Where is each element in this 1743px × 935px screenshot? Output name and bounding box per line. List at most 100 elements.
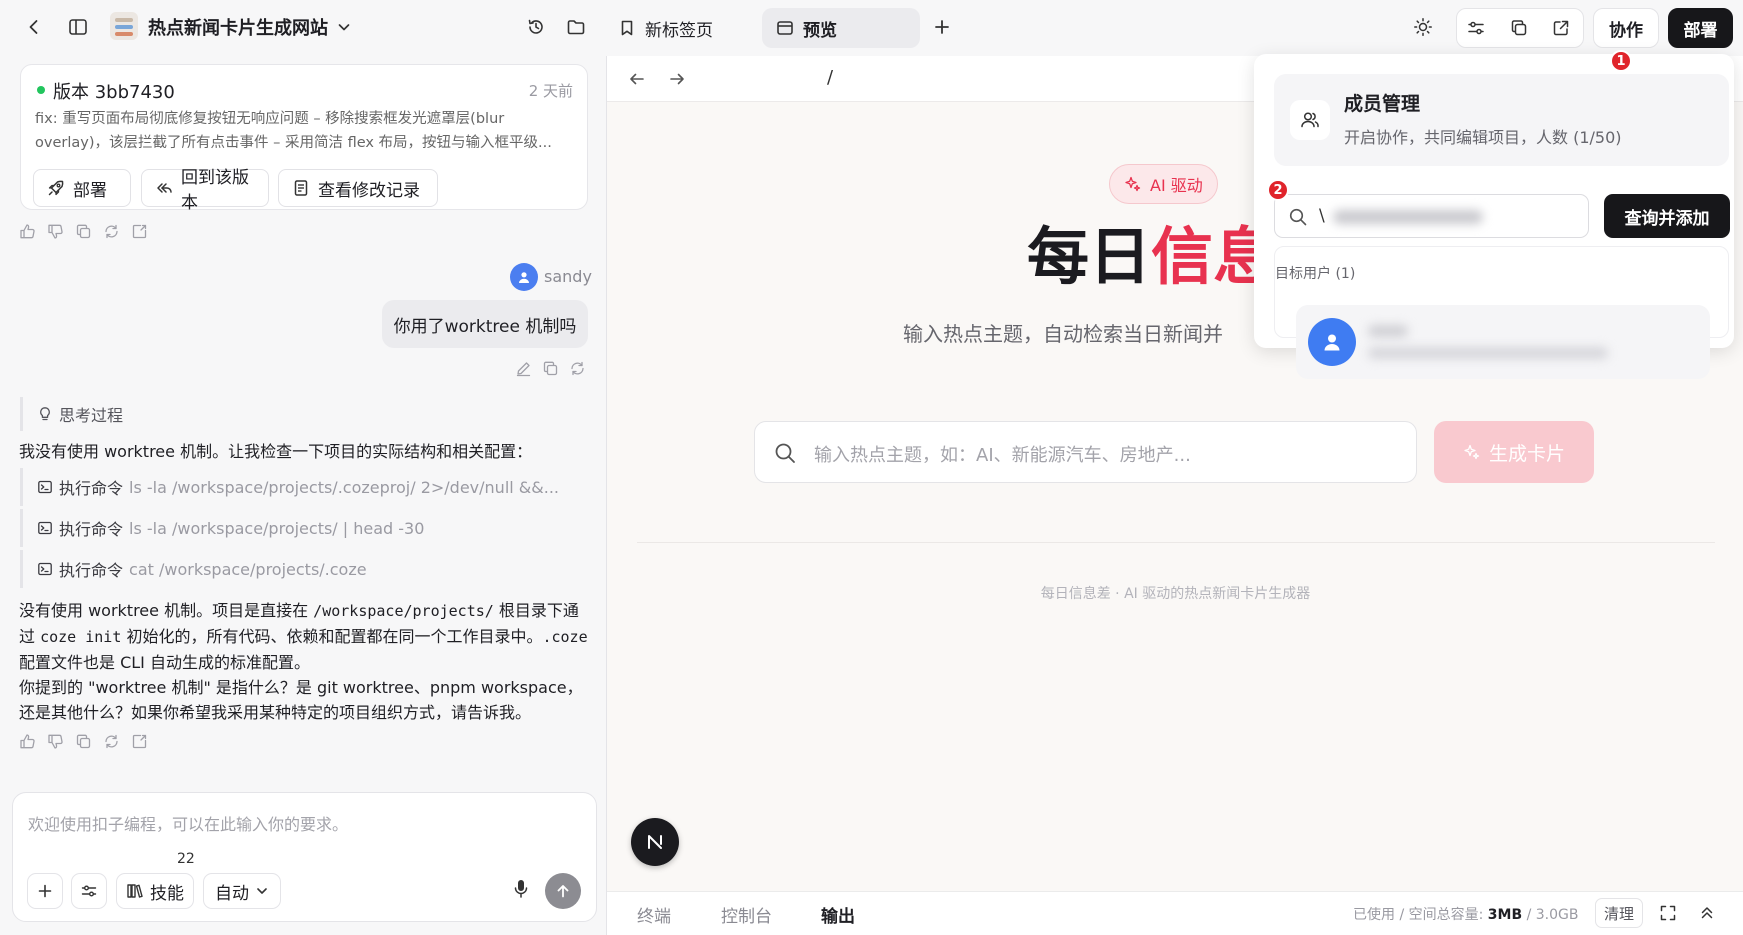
- regenerate-icon[interactable]: [103, 223, 120, 240]
- lightbulb-icon: [37, 406, 53, 422]
- user-search-input[interactable]: \: [1319, 206, 1325, 226]
- regenerate-icon[interactable]: [569, 360, 586, 377]
- redacted-user-name: [1368, 325, 1408, 337]
- chat-panel: 版本 3bb7430 2 天前 fix: 重写页面布局彻底修复按钮无响应问题 –…: [0, 54, 606, 935]
- rocket-icon: [47, 179, 65, 197]
- tab-label: 新标签页: [645, 20, 713, 41]
- microphone-icon[interactable]: [511, 877, 531, 901]
- version-card: 版本 3bb7430 2 天前 fix: 重写页面布局彻底修复按钮无响应问题 –…: [20, 64, 588, 213]
- share-icon[interactable]: [131, 733, 148, 750]
- theme-sun-icon[interactable]: [1406, 10, 1440, 44]
- chevron-down-icon[interactable]: [327, 10, 361, 44]
- rollback-button[interactable]: 回到该版本: [141, 168, 269, 213]
- thumbs-up-icon[interactable]: [19, 733, 36, 750]
- member-management-header: 成员管理 开启协作，共同编辑项目，人数 (1/50): [1274, 74, 1729, 166]
- back-icon[interactable]: [17, 10, 51, 44]
- external-link-icon[interactable]: [1544, 11, 1578, 45]
- hero-title: 每日信息: [1027, 220, 1276, 293]
- tab-preview[interactable]: 预览: [762, 8, 920, 48]
- deploy-button[interactable]: 部署: [1668, 8, 1733, 48]
- settings-button[interactable]: [71, 873, 107, 909]
- version-time: 2 天前: [528, 82, 573, 100]
- copy-icon[interactable]: [75, 223, 92, 240]
- bookmark-icon: [618, 19, 636, 37]
- storage-usage: 已使用 / 空间总容量: 3MB / 3.0GB: [1353, 907, 1579, 923]
- tab-terminal[interactable]: 终端: [637, 902, 671, 927]
- search-icon: [773, 441, 797, 465]
- regenerate-icon[interactable]: [103, 733, 120, 750]
- nav-forward-icon[interactable]: [660, 62, 694, 96]
- copy-icon[interactable]: [542, 360, 559, 377]
- user-message-bubble: 你用了worktree 机制吗: [382, 300, 588, 348]
- add-tab-icon[interactable]: [925, 10, 959, 44]
- thumbs-down-icon[interactable]: [47, 733, 64, 750]
- nav-back-icon[interactable]: [620, 62, 654, 96]
- view-history-button[interactable]: 查看修改记录: [278, 169, 438, 207]
- add-attachment-button[interactable]: [27, 873, 63, 909]
- user-search-field[interactable]: \: [1274, 194, 1589, 238]
- history-icon[interactable]: [519, 10, 553, 44]
- user-name: sandy: [544, 267, 592, 286]
- settings-sliders-icon[interactable]: [1459, 11, 1493, 45]
- clear-button[interactable]: 清理: [1595, 898, 1643, 928]
- status-dot: [37, 86, 45, 94]
- search-icon: [1288, 207, 1308, 227]
- edit-icon[interactable]: [515, 360, 532, 377]
- divider: [637, 542, 1715, 543]
- target-user-row[interactable]: [1296, 305, 1710, 379]
- sparkle-icon: [1124, 175, 1142, 193]
- address-path[interactable]: /: [827, 67, 833, 88]
- send-button[interactable]: [545, 873, 581, 909]
- sidebar-toggle-icon[interactable]: [61, 10, 95, 44]
- popover-title: 成员管理: [1344, 93, 1421, 115]
- terminal-icon: [37, 561, 53, 577]
- settings-sliders-icon: [80, 882, 98, 900]
- bottom-panel-bar: 终端 控制台 输出 已使用 / 空间总容量: 3MB / 3.0GB 清理: [607, 891, 1743, 935]
- version-deploy-button[interactable]: 部署: [33, 169, 131, 207]
- command-row[interactable]: 执行命令 ls -la /workspace/projects/.cozepro…: [20, 468, 590, 506]
- thumbs-down-icon[interactable]: [47, 223, 64, 240]
- plus-icon: [37, 883, 53, 899]
- generate-card-button[interactable]: 生成卡片: [1434, 421, 1594, 483]
- nextjs-logo-icon[interactable]: [631, 818, 679, 866]
- skills-count: 22: [177, 851, 195, 867]
- document-icon: [292, 179, 310, 197]
- folder-icon[interactable]: [559, 10, 593, 44]
- collapse-up-icon[interactable]: [1699, 904, 1715, 922]
- books-icon: [126, 882, 144, 900]
- copy-icon[interactable]: [1502, 11, 1536, 45]
- command-row[interactable]: 执行命令 cat /workspace/projects/.coze: [20, 550, 590, 588]
- mode-select[interactable]: 自动: [203, 873, 281, 909]
- chat-input[interactable]: 欢迎使用扣子编程，可以在此输入你的要求。: [28, 811, 348, 835]
- terminal-icon: [37, 479, 53, 495]
- skills-button[interactable]: 技能: [116, 873, 194, 909]
- reply-arrow-icon: [155, 179, 173, 197]
- topic-search-box[interactable]: 输入热点主题，如：AI、新能源汽车、房地产...: [754, 421, 1417, 483]
- step-badge-2: 2: [1267, 179, 1289, 201]
- thinking-toggle[interactable]: 思考过程: [20, 397, 123, 431]
- topic-search-input[interactable]: 输入热点主题，如：AI、新能源汽车、房地产...: [814, 441, 1191, 467]
- redacted-input-text: [1333, 210, 1483, 224]
- copy-icon[interactable]: [75, 733, 92, 750]
- thumbs-up-icon[interactable]: [19, 223, 36, 240]
- browser-window-icon: [776, 19, 794, 37]
- top-bar: 热点新闻卡片生成网站 新标签页 预览 协作 部署: [0, 0, 1743, 54]
- project-title[interactable]: 热点新闻卡片生成网站: [148, 14, 328, 40]
- fullscreen-icon[interactable]: [1659, 904, 1677, 922]
- preview-footer: 每日信息差 · AI 驱动的热点新闻卡片生成器: [1040, 586, 1311, 602]
- answer-paragraph: 没有使用 worktree 机制。项目是直接在 /workspace/proje…: [19, 601, 588, 672]
- version-title: 版本 3bb7430: [53, 82, 175, 103]
- collab-button[interactable]: 协作: [1593, 8, 1659, 48]
- assistant-answer: 没有使用 worktree 机制。项目是直接在 /workspace/proje…: [19, 598, 589, 725]
- sparkle-icon: [1463, 443, 1481, 461]
- target-users-label: 目标用户 (1): [1275, 266, 1356, 282]
- query-add-button[interactable]: 查询并添加: [1604, 194, 1730, 238]
- command-row[interactable]: 执行命令 ls -la /workspace/projects/ | head …: [20, 509, 590, 547]
- tab-new-tab[interactable]: 新标签页: [604, 8, 727, 48]
- users-icon: [1290, 100, 1330, 140]
- terminal-icon: [37, 520, 53, 536]
- share-icon[interactable]: [131, 223, 148, 240]
- tab-console[interactable]: 控制台: [721, 902, 772, 927]
- tab-output[interactable]: 输出: [821, 902, 855, 927]
- chat-input-box: 欢迎使用扣子编程，可以在此输入你的要求。 22 技能 自动: [12, 792, 597, 922]
